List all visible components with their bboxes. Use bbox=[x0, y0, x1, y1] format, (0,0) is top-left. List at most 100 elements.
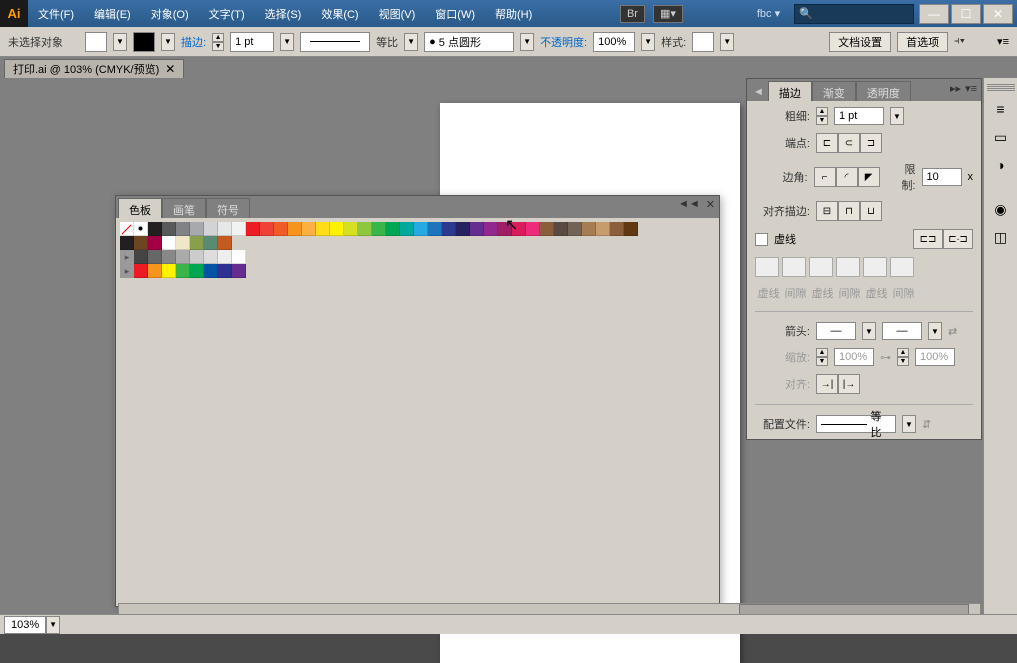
swatch[interactable] bbox=[190, 264, 204, 278]
swatch[interactable] bbox=[134, 236, 148, 250]
opacity-dropdown[interactable]: ▼ bbox=[641, 33, 655, 51]
swatch[interactable] bbox=[554, 222, 568, 236]
swatch[interactable] bbox=[610, 222, 624, 236]
control-menu-icon[interactable]: ▾≡ bbox=[997, 35, 1009, 48]
swatch[interactable] bbox=[330, 222, 344, 236]
arrow-end-dropdown[interactable]: ▼ bbox=[928, 322, 942, 340]
menu-object[interactable]: 对象(O) bbox=[141, 0, 199, 27]
swatch[interactable] bbox=[540, 222, 554, 236]
scale-end-field[interactable]: 100% bbox=[915, 348, 955, 366]
dash-preserve-button[interactable]: ⊏⊐ bbox=[913, 229, 943, 249]
stroke-stepper[interactable]: ▲▼ bbox=[212, 33, 224, 51]
dash-field-1[interactable] bbox=[755, 257, 779, 277]
swatch[interactable] bbox=[190, 236, 204, 250]
align-button[interactable]: ⫞▾ bbox=[954, 35, 965, 48]
swatch[interactable] bbox=[316, 222, 330, 236]
swatch[interactable] bbox=[204, 250, 218, 264]
join-miter-button[interactable]: ⌐ bbox=[814, 167, 836, 187]
dock-item-1[interactable]: ≡ bbox=[988, 98, 1014, 120]
swatch[interactable] bbox=[428, 222, 442, 236]
swatch[interactable] bbox=[344, 222, 358, 236]
stroke-weight-dropdown[interactable]: ▼ bbox=[280, 33, 294, 51]
menu-window[interactable]: 窗口(W) bbox=[425, 0, 485, 27]
weight-dropdown[interactable]: ▼ bbox=[890, 107, 904, 125]
menu-edit[interactable]: 编辑(E) bbox=[84, 0, 141, 27]
swatch[interactable] bbox=[162, 250, 176, 264]
join-round-button[interactable]: ◜ bbox=[836, 167, 858, 187]
uniform-dropdown[interactable]: ▼ bbox=[404, 33, 418, 51]
search-input[interactable]: 🔍 bbox=[794, 4, 914, 24]
swatch[interactable] bbox=[484, 222, 498, 236]
link-scale-icon[interactable]: ⊶ bbox=[880, 351, 891, 364]
swatch-registration[interactable] bbox=[134, 222, 148, 236]
swatch[interactable] bbox=[470, 222, 484, 236]
close-button[interactable]: ✕ bbox=[983, 4, 1013, 24]
join-bevel-button[interactable]: ◤ bbox=[858, 167, 880, 187]
swatch[interactable] bbox=[176, 222, 190, 236]
swatch[interactable] bbox=[442, 222, 456, 236]
flip-profile-icon[interactable]: ⇵ bbox=[922, 418, 931, 431]
arrow-end-field[interactable]: — bbox=[882, 322, 922, 340]
arrange-docs-button[interactable]: ▦▾ bbox=[653, 5, 683, 23]
swatch-folder-icon[interactable]: ▸ bbox=[120, 264, 134, 278]
swatch[interactable] bbox=[288, 222, 302, 236]
swatch[interactable] bbox=[204, 236, 218, 250]
profile-field-panel[interactable]: 等比 bbox=[816, 415, 896, 433]
stroke-weight-field[interactable]: 1 pt bbox=[230, 32, 274, 52]
swatch[interactable] bbox=[148, 264, 162, 278]
document-setup-button[interactable]: 文档设置 bbox=[829, 32, 891, 52]
panel-close-icon[interactable]: ✕ bbox=[706, 198, 715, 211]
dash-field-2[interactable] bbox=[809, 257, 833, 277]
fill-dropdown[interactable]: ▼ bbox=[113, 33, 127, 51]
swatch[interactable] bbox=[274, 222, 288, 236]
swatch[interactable] bbox=[498, 222, 512, 236]
fill-swatch[interactable] bbox=[85, 32, 107, 52]
tab-gradient[interactable]: 渐变 bbox=[812, 81, 856, 101]
swatch[interactable] bbox=[568, 222, 582, 236]
swatch[interactable] bbox=[372, 222, 386, 236]
panel-collapse-icon[interactable]: ◄◄ bbox=[678, 198, 700, 211]
arrow-start-field[interactable]: — bbox=[816, 322, 856, 340]
swatch[interactable] bbox=[190, 250, 204, 264]
swatch[interactable] bbox=[134, 264, 148, 278]
swatch[interactable] bbox=[162, 236, 176, 250]
swatch[interactable] bbox=[204, 264, 218, 278]
arrow-align-tip-button[interactable]: →| bbox=[816, 374, 838, 394]
swatch[interactable] bbox=[204, 222, 218, 236]
swatch[interactable] bbox=[176, 250, 190, 264]
dock-grip[interactable] bbox=[987, 84, 1015, 92]
scale-start-stepper[interactable]: ▲▼ bbox=[816, 348, 828, 366]
swatch-none[interactable] bbox=[120, 222, 134, 236]
menu-file[interactable]: 文件(F) bbox=[28, 0, 84, 27]
swatch[interactable] bbox=[218, 222, 232, 236]
swatch[interactable] bbox=[358, 222, 372, 236]
preferences-button[interactable]: 首选项 bbox=[897, 32, 948, 52]
cap-round-button[interactable]: ⊂ bbox=[838, 133, 860, 153]
zoom-dropdown[interactable]: ▼ bbox=[46, 616, 60, 634]
dock-item-5[interactable]: ◫ bbox=[988, 226, 1014, 248]
align-center-button[interactable]: ⊟ bbox=[816, 201, 838, 221]
align-outside-button[interactable]: ⊔ bbox=[860, 201, 882, 221]
dash-field-3[interactable] bbox=[863, 257, 887, 277]
swatch[interactable] bbox=[302, 222, 316, 236]
swatch[interactable] bbox=[218, 264, 232, 278]
panel-menu-icon[interactable]: ▾≡ bbox=[965, 82, 977, 95]
style-dropdown[interactable]: ▼ bbox=[720, 33, 734, 51]
menu-view[interactable]: 视图(V) bbox=[369, 0, 426, 27]
swatch[interactable] bbox=[386, 222, 400, 236]
brush-field[interactable]: ● 5 点圆形 bbox=[424, 32, 514, 52]
dock-item-2[interactable]: ▭ bbox=[988, 126, 1014, 148]
swatch[interactable] bbox=[148, 222, 162, 236]
document-tab-close-icon[interactable]: ✕ bbox=[165, 62, 175, 76]
zoom-field[interactable]: 103% bbox=[4, 616, 46, 634]
swatch[interactable] bbox=[526, 222, 540, 236]
stroke-dropdown[interactable]: ▼ bbox=[161, 33, 175, 51]
swatches-panel[interactable]: 色板 画笔 符号 ◄◄✕ ▸▸ bbox=[115, 195, 720, 607]
tab-transparency[interactable]: 透明度 bbox=[856, 81, 911, 101]
minimize-button[interactable]: — bbox=[919, 4, 949, 24]
cap-projecting-button[interactable]: ⊐ bbox=[860, 133, 882, 153]
swatch[interactable] bbox=[232, 250, 246, 264]
bridge-button[interactable]: Br bbox=[620, 5, 645, 23]
swatch[interactable] bbox=[400, 222, 414, 236]
scale-start-field[interactable]: 100% bbox=[834, 348, 874, 366]
